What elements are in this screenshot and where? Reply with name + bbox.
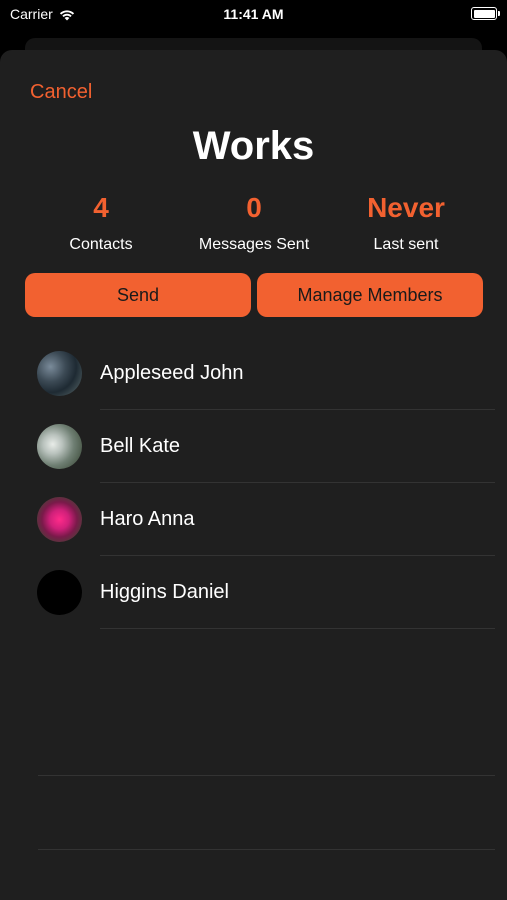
- empty-row-separator: [38, 849, 495, 850]
- contact-name: Haro Anna: [100, 508, 195, 530]
- contact-name: Appleseed John: [100, 362, 244, 384]
- contact-row[interactable]: Higgins Daniel: [0, 556, 507, 629]
- stat-value: 4: [93, 192, 109, 223]
- contact-list: Appleseed John Bell Kate Haro Anna Higgi…: [0, 337, 507, 629]
- empty-row-separator: [38, 775, 495, 776]
- page-title: Works: [192, 124, 315, 168]
- stat-messages-sent: 0 Messages Sent: [174, 190, 334, 254]
- group-detail-sheet: Cancel Works 4 Contacts 0 Messages Sent …: [0, 50, 507, 900]
- send-button[interactable]: Send: [25, 273, 251, 317]
- stat-label: Last sent: [373, 236, 439, 253]
- avatar: [37, 497, 82, 542]
- status-bar: Carrier 11:41 AM: [0, 0, 507, 30]
- stat-value: 0: [246, 192, 262, 223]
- contact-row[interactable]: Bell Kate: [0, 410, 507, 483]
- avatar: [37, 351, 82, 396]
- manage-members-button[interactable]: Manage Members: [257, 273, 483, 317]
- status-time: 11:41 AM: [223, 6, 284, 22]
- stat-label: Messages Sent: [198, 236, 310, 253]
- stat-value: Never: [367, 192, 445, 223]
- avatar: [37, 424, 82, 469]
- contact-name: Bell Kate: [100, 435, 181, 457]
- stat-last-sent: Never Last sent: [326, 190, 486, 254]
- avatar: [37, 570, 82, 615]
- stat-contacts: 4 Contacts: [21, 190, 181, 254]
- row-separator: [100, 628, 495, 629]
- contact-row[interactable]: Appleseed John: [0, 337, 507, 410]
- stat-label: Contacts: [69, 236, 133, 253]
- battery-icon: [471, 7, 500, 20]
- contact-row[interactable]: Haro Anna: [0, 483, 507, 556]
- cancel-button[interactable]: Cancel: [30, 81, 92, 104]
- contact-name: Higgins Daniel: [100, 581, 229, 603]
